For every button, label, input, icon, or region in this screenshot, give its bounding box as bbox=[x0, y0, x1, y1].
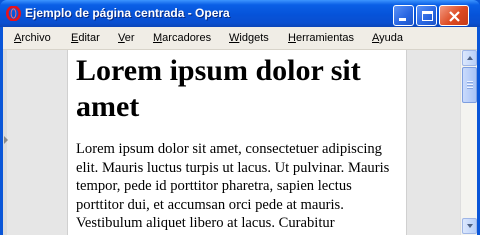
menu-ver[interactable]: Ver bbox=[118, 31, 135, 45]
maximize-icon bbox=[422, 11, 433, 21]
thumb-grip bbox=[467, 81, 473, 82]
menu-bar: Archivo Editar Ver Marcadores Widgets He… bbox=[3, 27, 477, 50]
menu-editar[interactable]: Editar bbox=[71, 31, 100, 45]
maximize-button[interactable] bbox=[416, 5, 437, 26]
centered-page: Lorem ipsum dolor sit amet Lorem ipsum d… bbox=[67, 50, 407, 235]
menu-marcadores[interactable]: Marcadores bbox=[153, 31, 211, 45]
arrow-down-icon bbox=[467, 224, 473, 228]
close-icon bbox=[449, 11, 460, 22]
menu-ayuda[interactable]: Ayuda bbox=[372, 31, 403, 45]
scroll-thumb[interactable] bbox=[462, 67, 477, 103]
panel-toggle-strip[interactable] bbox=[3, 50, 8, 235]
browser-window: Ejemplo de página centrada - Opera Archi… bbox=[0, 0, 480, 235]
menu-widgets[interactable]: Widgets bbox=[229, 31, 269, 45]
menu-archivo[interactable]: Archivo bbox=[14, 31, 51, 45]
panel-arrow-icon bbox=[4, 136, 8, 144]
minimize-button[interactable] bbox=[393, 5, 414, 26]
vertical-scrollbar[interactable] bbox=[460, 50, 477, 235]
page-paragraph: Lorem ipsum dolor sit amet, consectetuer… bbox=[76, 141, 390, 231]
title-bar[interactable]: Ejemplo de página centrada - Opera bbox=[0, 0, 480, 27]
window-title: Ejemplo de página centrada - Opera bbox=[25, 6, 230, 20]
opera-icon bbox=[6, 6, 21, 21]
close-button[interactable] bbox=[439, 5, 469, 26]
viewport: Lorem ipsum dolor sit amet Lorem ipsum d… bbox=[3, 50, 477, 235]
scroll-down-button[interactable] bbox=[462, 218, 477, 234]
arrow-up-icon bbox=[467, 56, 473, 60]
thumb-grip bbox=[467, 87, 473, 88]
menu-herramientas[interactable]: Herramientas bbox=[288, 31, 354, 45]
minimize-icon bbox=[399, 18, 406, 21]
scroll-up-button[interactable] bbox=[462, 50, 477, 66]
thumb-grip bbox=[467, 84, 473, 85]
page-heading: Lorem ipsum dolor sit amet bbox=[76, 54, 361, 123]
